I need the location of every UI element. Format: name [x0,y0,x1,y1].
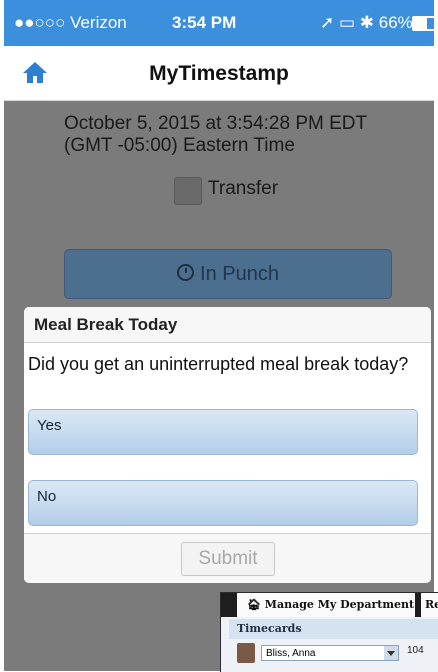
meal-break-dialog: Meal Break Today Did you get an uninterr… [24,307,431,583]
timecards-panel-title: Timecards [229,619,438,639]
page-title: MyTimestamp [149,62,289,85]
carrier-signal: ●●○○○ Verizon [14,13,127,32]
employee-select[interactable]: Bliss, Anna [261,645,399,661]
submit-button[interactable]: Submit [181,542,275,576]
tab-truncated[interactable]: Re [421,593,438,617]
tab-manage-my-department[interactable]: 🏠︎ Manage My Department [237,593,415,617]
battery-percent: 66% [378,13,413,32]
home-icon: 🏠︎ [247,598,265,611]
inset-nav-bar: 🏠︎ Manage My Department Re [221,593,438,617]
employee-name: Bliss, Anna [266,648,316,659]
timestamp-date: October 5, 2015 at 3:54:28 PM EDT [64,113,368,134]
nav-bar: MyTimestamp [4,46,434,101]
transfer-checkbox[interactable] [174,177,202,205]
avatar [237,643,255,663]
chevron-down-icon [384,646,398,660]
clock-icon [177,264,195,281]
desktop-inset-screenshot: 🏠︎ Manage My Department Re Timecards Bli… [220,592,438,672]
tab-label: Manage My Department [264,598,415,611]
timestamp-timezone: (GMT -05:00) Eastern Time [64,135,295,156]
status-icons: ➚ ▭ ✱ 66% [320,13,413,32]
timestamp-text: October 5, 2015 at 3:54:28 PM EDT (GMT -… [64,113,424,157]
in-punch-label: In Punch [200,263,279,285]
status-bar: ●●○○○ Verizon 3:54 PM ➚ ▭ ✱ 66% [4,0,436,46]
dialog-title: Meal Break Today [24,307,431,343]
battery-icon [412,16,436,31]
employee-count: 104 [407,645,424,656]
dialog-message: Did you get an uninterrupted meal break … [28,354,409,374]
dialog-footer: Submit [24,533,431,583]
no-option[interactable]: No [28,480,418,526]
transfer-label: Transfer [208,178,279,199]
yes-option[interactable]: Yes [28,409,418,455]
in-punch-button[interactable]: In Punch [64,249,392,299]
status-time: 3:54 PM [172,13,237,32]
